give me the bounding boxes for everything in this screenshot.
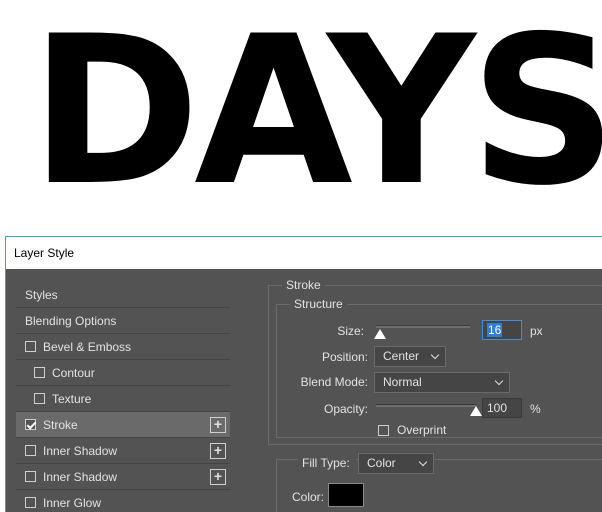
size-slider-track[interactable] bbox=[376, 325, 470, 328]
layer-style-dialog: Layer Style Styles Blending Options Beve… bbox=[5, 236, 602, 512]
structure-section-title: Structure bbox=[290, 297, 347, 311]
styles-list-item-inner-shadow[interactable]: Inner Shadow + bbox=[16, 438, 230, 464]
style-item-label: Contour bbox=[52, 366, 95, 380]
fill-type-label: Fill Type: bbox=[298, 456, 356, 470]
opacity-label: Opacity: bbox=[323, 402, 368, 416]
blend-mode-value: Normal bbox=[383, 375, 422, 389]
add-inner-shadow-plus-icon[interactable]: + bbox=[210, 443, 226, 459]
style-item-label: Texture bbox=[52, 392, 92, 406]
styles-list-item-inner-shadow-2[interactable]: Inner Shadow + bbox=[16, 464, 230, 490]
style-item-label: Inner Shadow bbox=[43, 444, 118, 458]
blend-mode-dropdown[interactable]: Normal bbox=[374, 372, 510, 393]
style-item-label: Blending Options bbox=[25, 314, 117, 328]
size-unit: px bbox=[530, 324, 543, 338]
fill-type-value: Color bbox=[367, 456, 396, 470]
style-item-label: Inner Shadow bbox=[43, 470, 118, 484]
style-item-label: Bevel & Emboss bbox=[43, 340, 132, 354]
styles-list-item-blending-options[interactable]: Blending Options bbox=[16, 308, 230, 334]
style-item-label: Styles bbox=[25, 288, 58, 302]
document-canvas[interactable]: DAYS bbox=[0, 0, 602, 236]
inner-shadow-checkbox[interactable] bbox=[25, 445, 36, 456]
color-label: Color: bbox=[292, 490, 325, 504]
stroke-checkbox[interactable] bbox=[25, 419, 36, 430]
styles-list-item-inner-glow[interactable]: Inner Glow bbox=[16, 490, 230, 512]
chevron-down-icon bbox=[430, 350, 440, 360]
contour-checkbox[interactable] bbox=[34, 367, 45, 378]
overprint-checkbox[interactable] bbox=[378, 425, 389, 436]
texture-checkbox[interactable] bbox=[34, 393, 45, 404]
canvas-text-layer: DAYS bbox=[30, 0, 602, 231]
dialog-title: Layer Style bbox=[6, 237, 602, 269]
styles-list-item-styles[interactable]: Styles bbox=[16, 282, 230, 308]
opacity-slider-thumb[interactable] bbox=[470, 406, 482, 416]
opacity-input[interactable]: 100 bbox=[482, 398, 522, 418]
styles-list-item-bevel-emboss[interactable]: Bevel & Emboss bbox=[16, 334, 230, 360]
bevel-emboss-checkbox[interactable] bbox=[25, 341, 36, 352]
size-input[interactable]: 16 bbox=[482, 320, 522, 340]
styles-list: Styles Blending Options Bevel & Emboss C… bbox=[16, 282, 230, 512]
opacity-slider-track[interactable] bbox=[376, 404, 476, 407]
inner-glow-checkbox[interactable] bbox=[25, 497, 36, 508]
overprint-label: Overprint bbox=[397, 423, 447, 437]
position-label: Position: bbox=[321, 350, 368, 364]
style-item-label: Inner Glow bbox=[43, 496, 102, 510]
stroke-color-swatch[interactable] bbox=[328, 483, 364, 507]
chevron-down-icon bbox=[418, 457, 428, 467]
stroke-section-title: Stroke bbox=[282, 278, 325, 292]
blend-mode-label: Blend Mode: bbox=[300, 375, 368, 389]
stroke-settings-panel: Stroke Structure Size: 16 px Position: C… bbox=[264, 275, 602, 512]
styles-list-item-stroke[interactable]: Stroke + bbox=[16, 412, 230, 438]
size-label: Size: bbox=[337, 324, 364, 338]
add-inner-shadow-2-plus-icon[interactable]: + bbox=[210, 469, 226, 485]
styles-list-item-contour[interactable]: Contour bbox=[16, 360, 230, 386]
chevron-down-icon bbox=[494, 376, 504, 386]
add-stroke-plus-icon[interactable]: + bbox=[210, 417, 226, 433]
opacity-value: 100 bbox=[487, 401, 508, 415]
inner-shadow-2-checkbox[interactable] bbox=[25, 471, 36, 482]
styles-list-item-texture[interactable]: Texture bbox=[16, 386, 230, 412]
position-dropdown[interactable]: Center bbox=[374, 346, 446, 367]
style-item-label: Stroke bbox=[43, 418, 78, 432]
size-slider-thumb[interactable] bbox=[373, 329, 386, 339]
position-value: Center bbox=[383, 349, 420, 363]
opacity-unit: % bbox=[530, 402, 541, 416]
size-value-selected: 16 bbox=[487, 323, 503, 337]
fill-type-dropdown[interactable]: Color bbox=[358, 453, 434, 474]
